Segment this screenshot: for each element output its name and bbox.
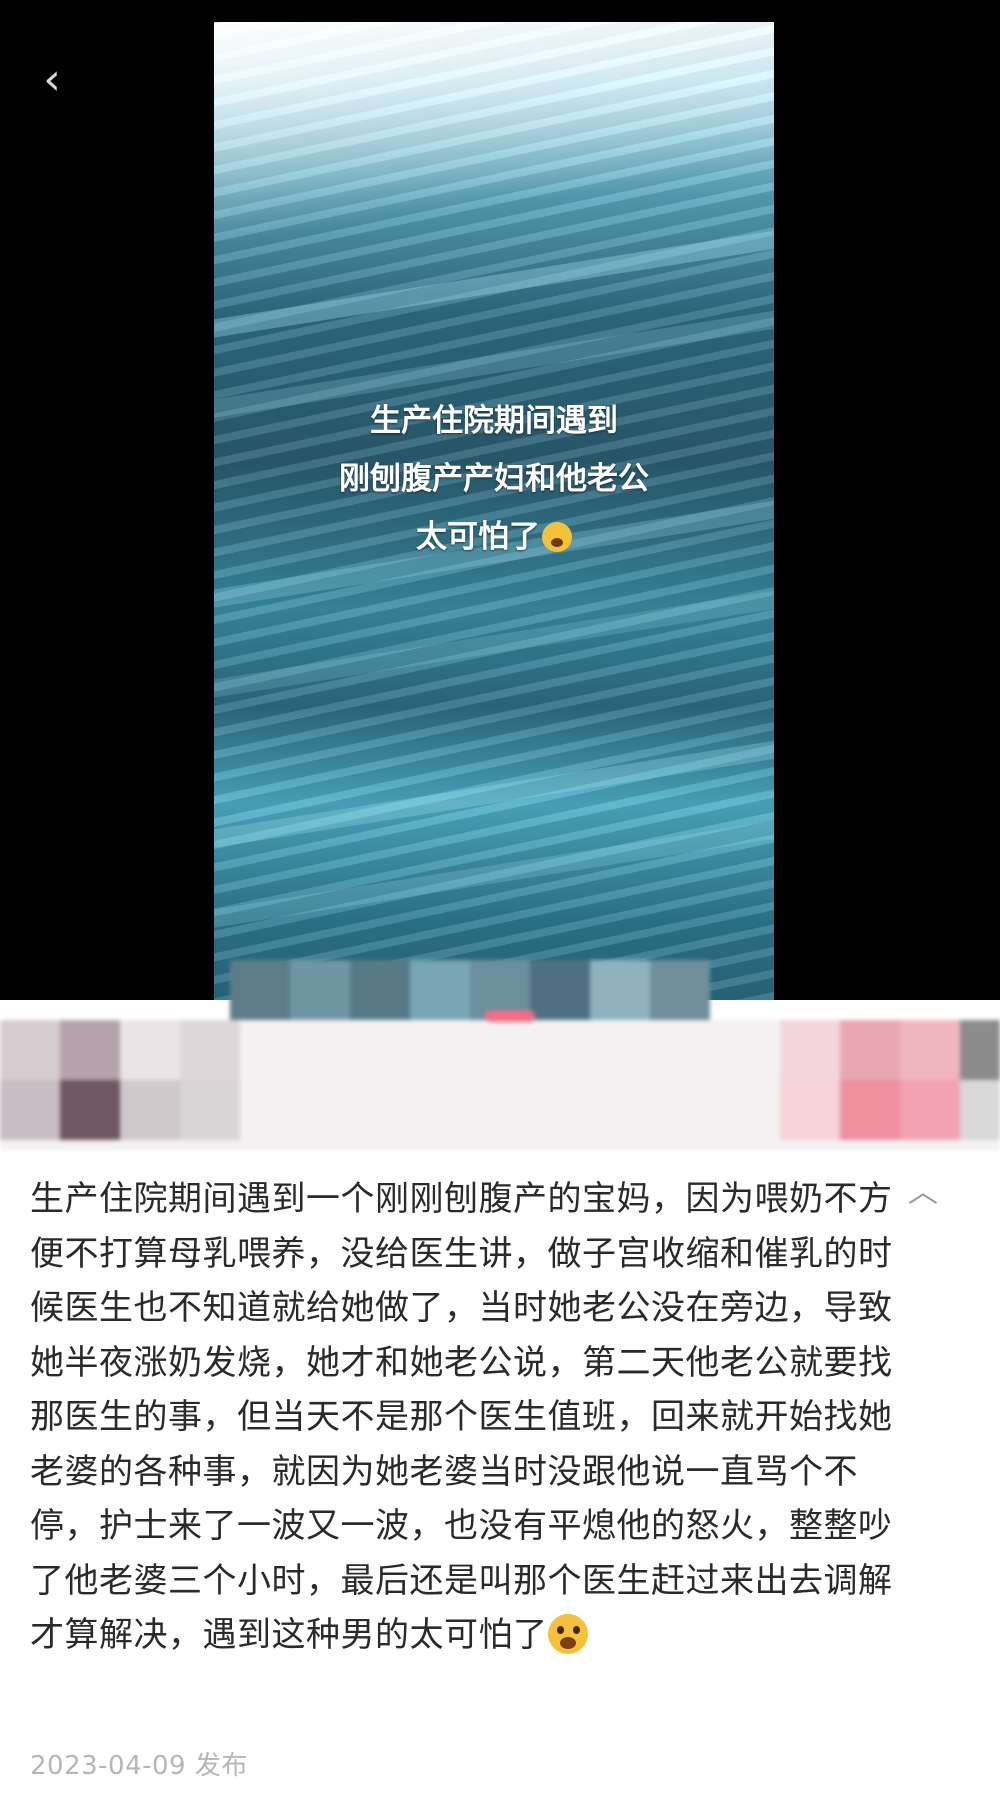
post-body-text: 生产住院期间遇到一个刚刚刨腹产的宝妈，因为喂奶不方便不打算母乳喂养，没给医生讲，…: [30, 1179, 893, 1655]
chevron-up-icon: ︿: [908, 1175, 938, 1210]
caption-line-2: 刚刨腹产产妇和他老公: [339, 461, 649, 497]
post-date: 2023-04-09 发布: [30, 1751, 248, 1781]
caption-line-1: 生产住院期间遇到: [370, 403, 618, 439]
screaming-face-icon: [547, 1613, 588, 1654]
video-caption: 生产住院期间遇到 刚刨腹产产妇和他老公 太可怕了: [214, 392, 774, 566]
chevron-left-icon: ‹: [43, 54, 61, 105]
screaming-face-icon: [542, 521, 572, 552]
video-player[interactable]: 生产住院期间遇到 刚刨腹产产妇和他老公 太可怕了: [214, 22, 774, 1000]
video-area: ‹ 生产住院期间遇到 刚刨腹产产妇和他老公 太可怕了: [0, 0, 1000, 1000]
caption-line-3: 太可怕了: [214, 508, 774, 566]
post-body: 生产住院期间遇到一个刚刚刨腹产的宝妈，因为喂奶不方便不打算母乳喂养，没给医生讲，…: [30, 1172, 910, 1663]
back-button[interactable]: ‹: [22, 50, 82, 110]
video-glare: [214, 22, 774, 252]
collapse-button[interactable]: ︿: [905, 1175, 941, 1211]
pixelated-overlay: [0, 960, 1000, 1150]
